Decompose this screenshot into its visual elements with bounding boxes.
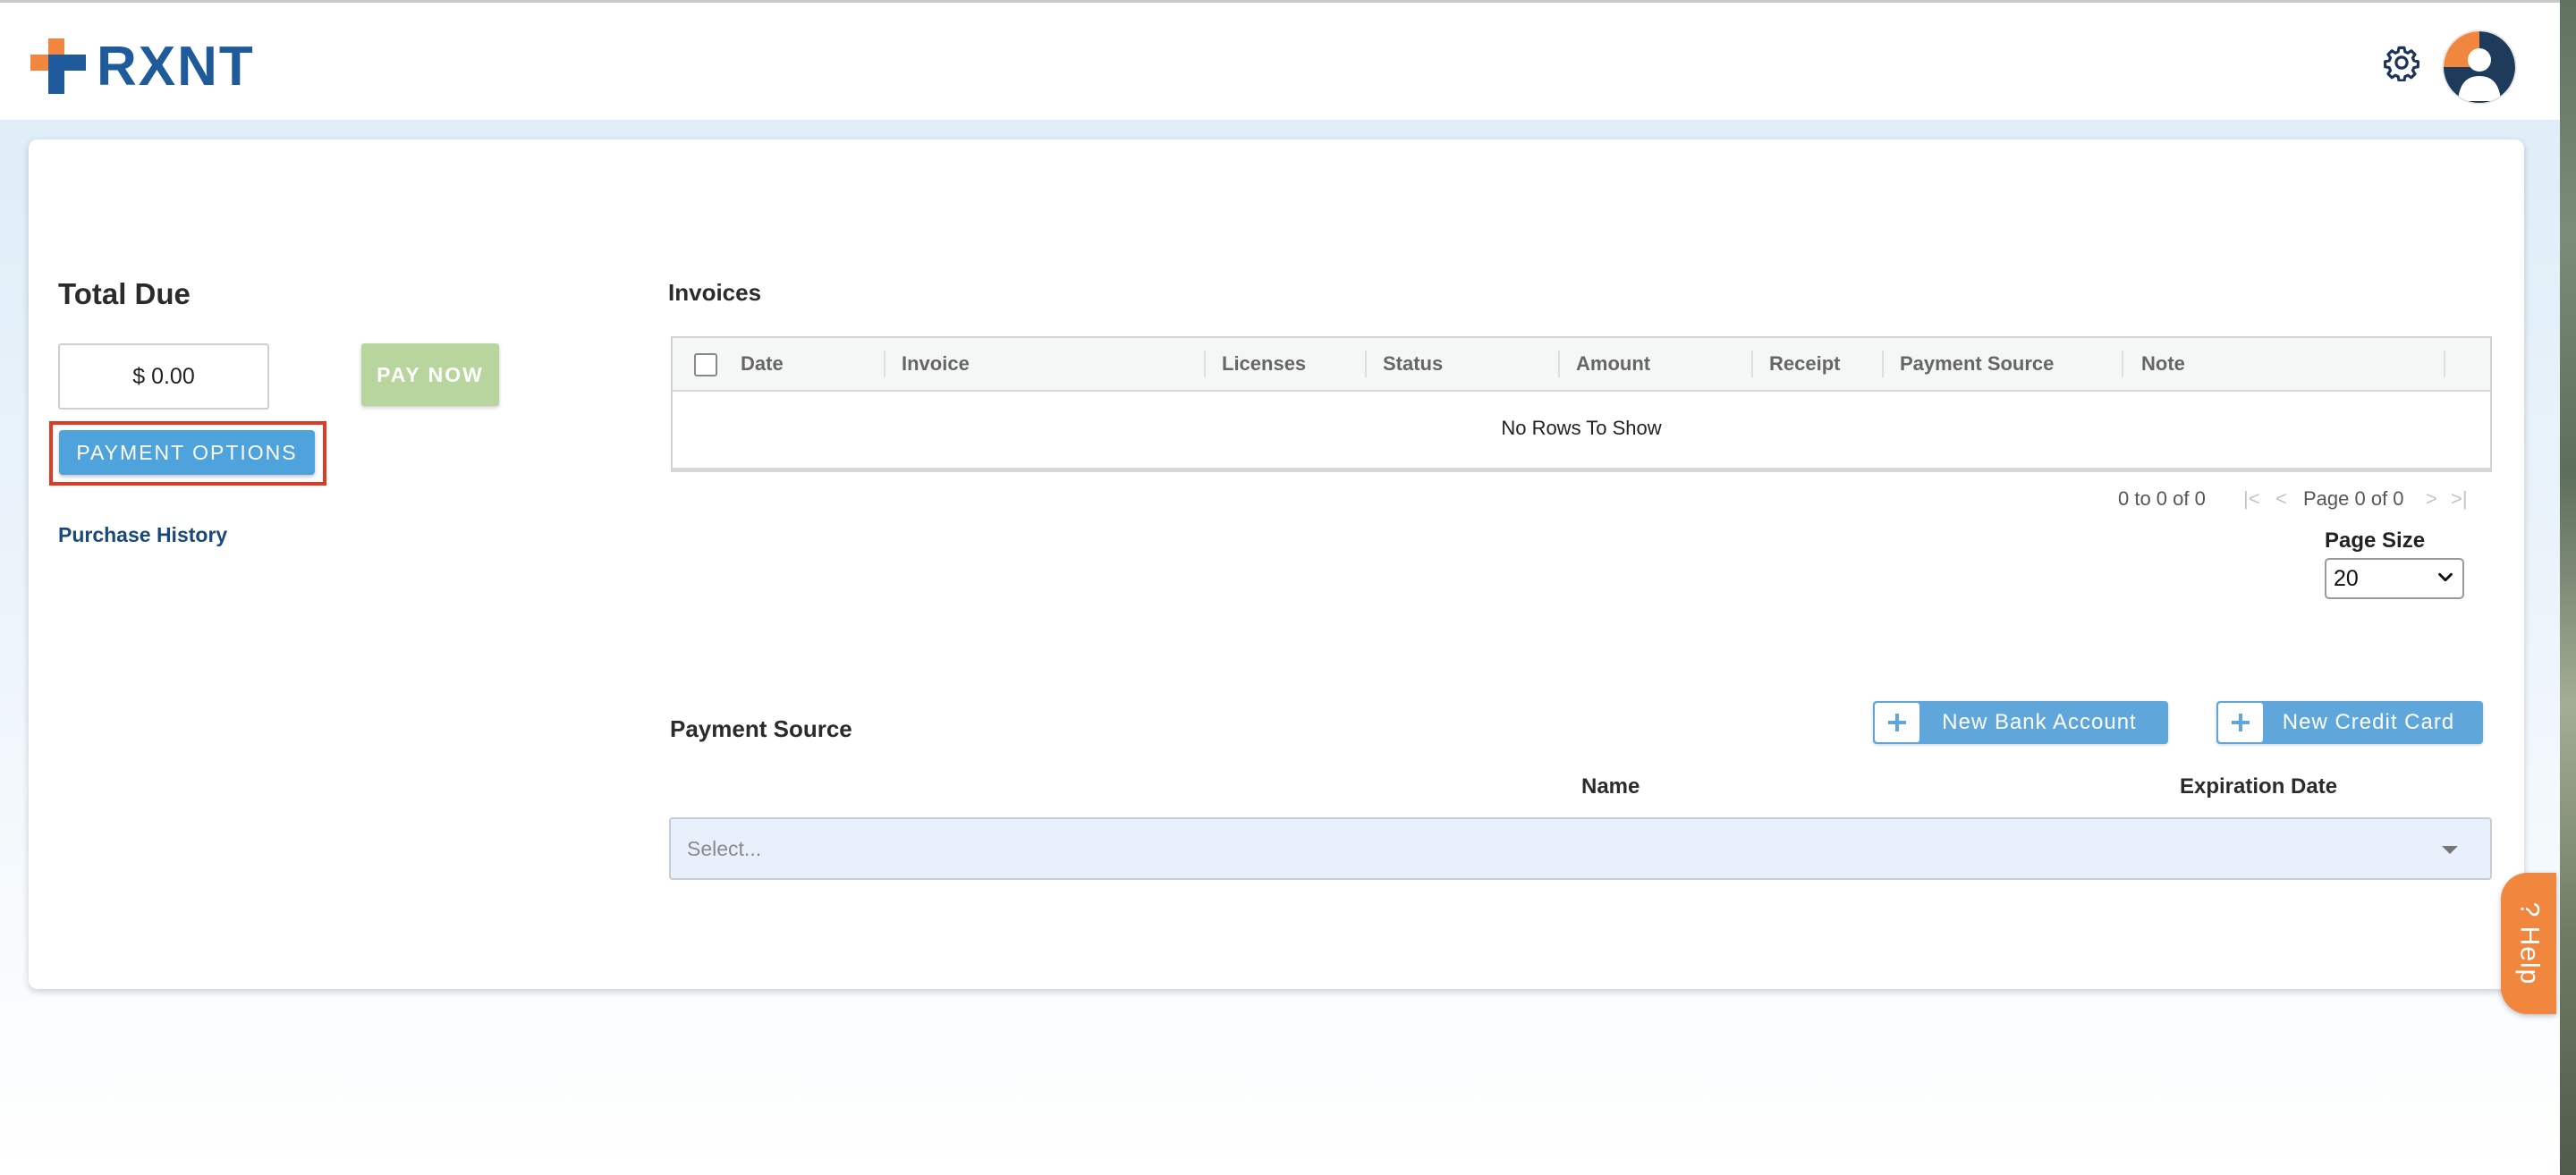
column-header-date[interactable]: Date: [741, 338, 784, 390]
rxnt-logo[interactable]: RXNT: [29, 35, 255, 97]
caret-down-icon: [2442, 846, 2458, 854]
help-tab[interactable]: ? Help: [2501, 873, 2556, 1014]
column-header-status[interactable]: Status: [1383, 338, 1443, 390]
chevron-down-icon: [2438, 572, 2453, 582]
next-page-icon[interactable]: >: [2426, 487, 2437, 511]
column-header-note[interactable]: Note: [2141, 338, 2185, 390]
invoices-title: Invoices: [668, 279, 762, 306]
expiration-date-column-header: Expiration Date: [2180, 774, 2338, 799]
column-divider[interactable]: [1365, 351, 1367, 377]
last-page-icon[interactable]: >|: [2451, 487, 2468, 511]
logo-cross-icon: [30, 38, 86, 94]
purchase-history-link[interactable]: Purchase History: [58, 523, 227, 547]
first-page-icon[interactable]: |<: [2243, 487, 2260, 511]
column-divider[interactable]: [2444, 351, 2445, 377]
page: RXNT Total Due $ 0.00 PAY NOW PAYMENT OP…: [0, 0, 2560, 1175]
invoices-grid: Date Invoice Licenses Status Amount Rece…: [671, 336, 2492, 472]
column-header-payment-source[interactable]: Payment Source: [1900, 338, 2054, 390]
column-divider[interactable]: [1751, 351, 1753, 377]
page-size-label: Page Size: [2325, 528, 2426, 553]
payment-source-select[interactable]: Select...: [669, 817, 2492, 880]
total-due-title: Total Due: [58, 277, 191, 310]
grid-header: Date Invoice Licenses Status Amount Rece…: [673, 338, 2490, 392]
column-header-licenses[interactable]: Licenses: [1222, 338, 1306, 390]
plus-icon: [2218, 703, 2263, 742]
total-due-amount: $ 0.00: [58, 343, 269, 410]
logo-text: RXNT: [97, 35, 255, 97]
column-divider[interactable]: [2122, 351, 2123, 377]
column-divider[interactable]: [1204, 351, 1206, 377]
column-header-amount[interactable]: Amount: [1576, 338, 1650, 390]
previous-page-icon[interactable]: <: [2275, 487, 2287, 511]
page-size-select[interactable]: 20: [2325, 558, 2464, 599]
select-placeholder: Select...: [687, 837, 762, 860]
plus-icon: [1875, 703, 1919, 742]
new-credit-card-label: New Credit Card: [2282, 710, 2455, 734]
help-label: ? Help: [2514, 901, 2544, 985]
column-divider[interactable]: [1558, 351, 1560, 377]
name-column-header: Name: [1581, 774, 1640, 799]
column-header-invoice[interactable]: Invoice: [902, 338, 970, 390]
new-bank-account-label: New Bank Account: [1942, 710, 2137, 734]
pay-now-button[interactable]: PAY NOW: [361, 343, 499, 406]
new-credit-card-button[interactable]: New Credit Card: [2216, 701, 2483, 744]
page-size-value: 20: [2334, 565, 2359, 591]
new-bank-account-button[interactable]: New Bank Account: [1873, 701, 2168, 744]
user-avatar-icon[interactable]: [2442, 30, 2517, 105]
payment-options-button[interactable]: PAYMENT OPTIONS: [59, 430, 315, 475]
background-scenery: [2560, 0, 2576, 1175]
payment-source-title: Payment Source: [670, 715, 852, 742]
pager-page: Page 0 of 0: [2303, 487, 2404, 510]
gear-icon[interactable]: [2383, 44, 2420, 81]
column-header-receipt[interactable]: Receipt: [1769, 338, 1840, 390]
pager-range: 0 to 0 of 0: [2118, 487, 2206, 510]
app-header: RXNT: [0, 3, 2560, 120]
column-divider[interactable]: [1882, 351, 1884, 377]
column-divider[interactable]: [884, 351, 886, 377]
select-all-checkbox[interactable]: [694, 353, 717, 376]
no-rows-message: No Rows To Show: [1501, 417, 1662, 439]
